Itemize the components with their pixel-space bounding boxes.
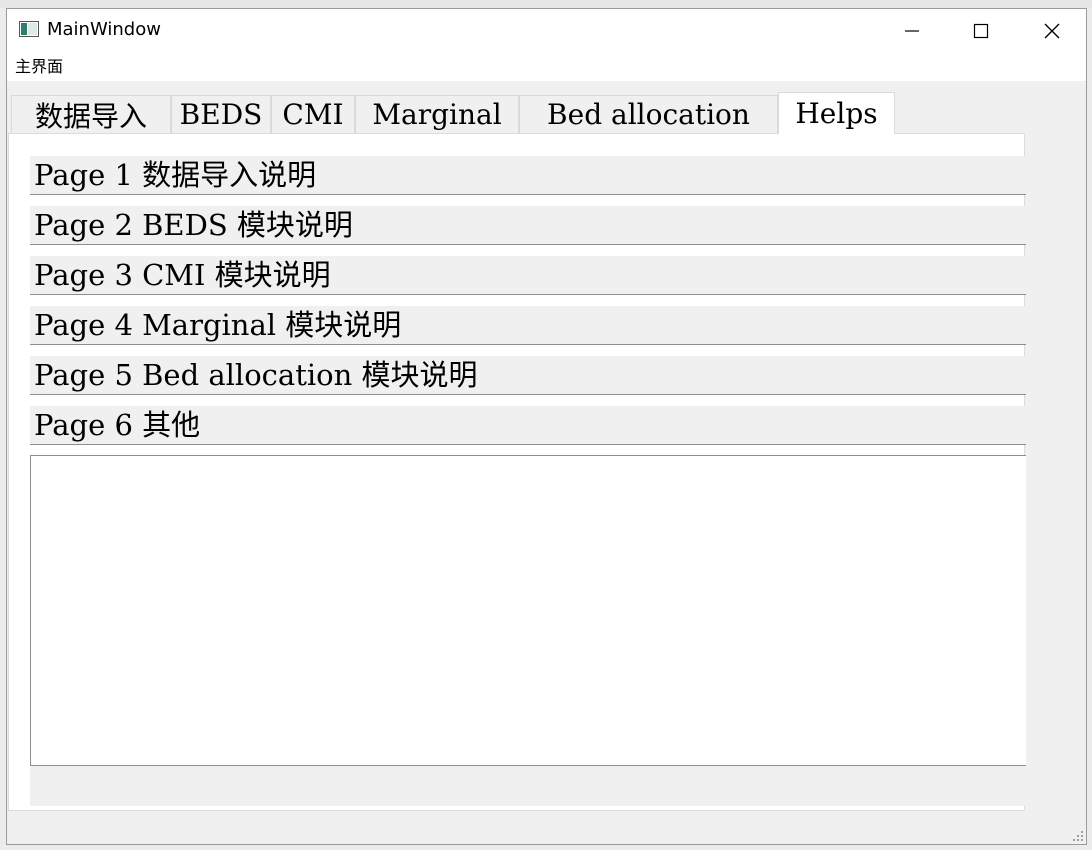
- window-title: MainWindow: [47, 19, 161, 40]
- maximize-icon: [973, 23, 989, 39]
- help-content-text-area[interactable]: [30, 455, 1026, 766]
- tab-beds[interactable]: BEDS: [171, 95, 271, 133]
- minimize-button[interactable]: [884, 9, 940, 53]
- tab-marginal[interactable]: Marginal: [355, 95, 519, 133]
- title-bar[interactable]: MainWindow: [7, 9, 1086, 53]
- tab-cmi[interactable]: CMI: [271, 95, 355, 133]
- bottom-status-strip: [30, 766, 1026, 806]
- desktop-background: [0, 0, 1092, 8]
- main-window: MainWindow 主界面 数据导入 BEDS CMI Marginal Be…: [6, 8, 1087, 845]
- tab-bar: 数据导入 BEDS CMI Marginal Bed allocation He…: [11, 92, 1071, 134]
- help-section-page-2[interactable]: Page 2 BEDS 模块说明: [30, 206, 1026, 245]
- close-button[interactable]: [1024, 9, 1080, 53]
- tab-helps[interactable]: Helps: [778, 92, 895, 134]
- help-section-page-5[interactable]: Page 5 Bed allocation 模块说明: [30, 356, 1026, 395]
- tab-bed-allocation[interactable]: Bed allocation: [519, 95, 778, 133]
- help-section-page-4[interactable]: Page 4 Marginal 模块说明: [30, 306, 1026, 345]
- help-section-page-3[interactable]: Page 3 CMI 模块说明: [30, 256, 1026, 295]
- minimize-icon: [905, 30, 919, 32]
- menu-item-main[interactable]: 主界面: [15, 56, 63, 78]
- help-section-page-1[interactable]: Page 1 数据导入说明: [30, 156, 1026, 195]
- close-icon: [1044, 23, 1060, 39]
- resize-grip-icon[interactable]: [1072, 830, 1084, 842]
- help-section-page-6[interactable]: Page 6 其他: [30, 406, 1026, 445]
- helps-tab-panel: Page 1 数据导入说明 Page 2 BEDS 模块说明 Page 3 CM…: [8, 133, 1026, 811]
- maximize-button[interactable]: [953, 9, 1009, 53]
- window-app-icon: [19, 21, 39, 37]
- menu-bar: 主界面: [7, 53, 1086, 81]
- tab-data-import[interactable]: 数据导入: [11, 95, 171, 133]
